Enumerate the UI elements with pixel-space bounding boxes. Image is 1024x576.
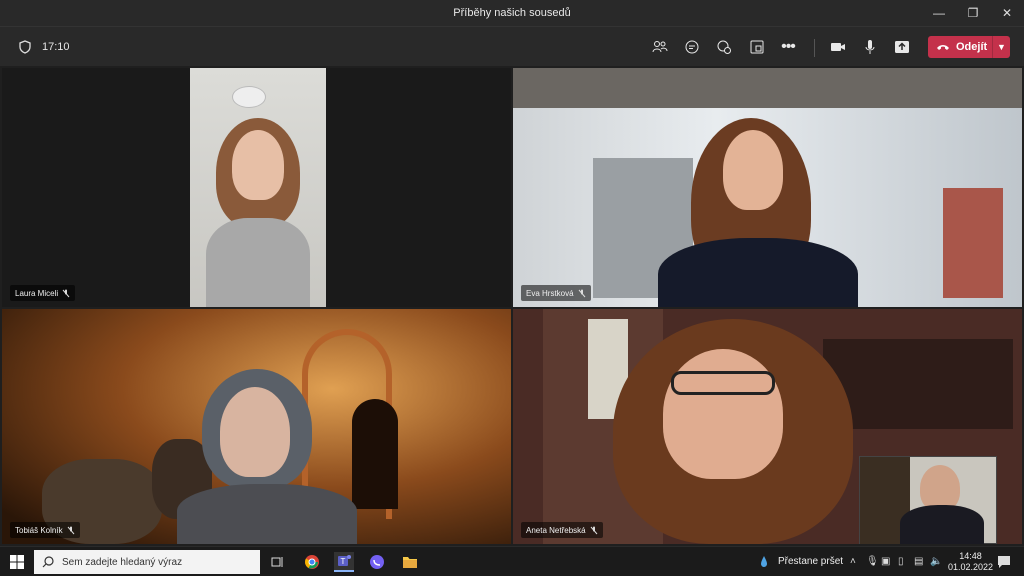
restore-icon[interactable]: ❐ [956,0,990,26]
svg-text:T: T [341,557,346,566]
network-icon[interactable]: ▤ [914,556,923,567]
participant-name-tag: Tobiáš Kolník [10,522,80,538]
chevron-down-icon[interactable]: ▼ [992,36,1010,58]
weather-icon[interactable] [760,555,768,574]
task-view-icon[interactable] [268,552,288,572]
participant-name-tag: Aneta Netřebská [521,522,603,538]
mic-off-icon [578,289,585,297]
chevron-up-icon[interactable]: ˄ [850,556,856,567]
video-feed [190,68,326,307]
shield-icon [19,40,31,54]
reactions-icon[interactable] [714,37,734,57]
file-explorer-icon[interactable] [400,552,420,572]
participant-name-tag: Eva Hrstková [521,285,591,301]
self-view[interactable] [859,456,997,544]
windows-start-icon[interactable] [10,555,24,569]
participant-name: Aneta Netřebská [526,525,586,535]
teams-icon[interactable]: T [334,552,354,572]
video-tile-2[interactable]: Eva Hrstková [513,68,1022,307]
mic-icon[interactable] [860,37,880,57]
window-title: Příběhy našich sousedů [453,7,571,19]
battery-icon[interactable]: ▯ [898,556,904,567]
hangup-icon [937,45,949,50]
more-icon[interactable]: ••• [778,37,798,57]
video-tile-1[interactable]: Laura Miceli [2,68,511,307]
taskbar: Sem zadejte hledaný výraz T Přestane prš… [0,546,1024,576]
meeting-toolbar: 17:10 ••• Odejít ▼ [0,26,1024,66]
camera-tray-icon[interactable]: ▣ [881,556,890,567]
share-icon[interactable] [892,37,912,57]
taskbar-search[interactable]: Sem zadejte hledaný výraz [34,550,260,574]
minimize-icon[interactable]: — [922,0,956,26]
leave-button[interactable]: Odejít ▼ [928,36,1010,58]
rooms-icon[interactable] [747,37,767,57]
people-icon[interactable] [650,37,670,57]
notifications-icon[interactable] [994,552,1014,572]
mic-off-icon [67,526,74,534]
viber-icon[interactable] [367,552,387,572]
search-icon [42,556,54,568]
video-stage: Laura Miceli Eva Hrstková Tobiáš Kolník [0,66,1024,546]
clock-time: 14:48 [959,551,982,561]
video-tile-3[interactable]: Tobiáš Kolník [2,309,511,544]
participant-name: Eva Hrstková [526,288,574,298]
weather-text[interactable]: Přestane pršet [778,556,843,567]
participant-name-tag: Laura Miceli [10,285,76,301]
participant-name: Tobiáš Kolník [15,525,63,535]
volume-icon[interactable]: 🔈 [930,556,942,567]
camera-icon[interactable] [828,37,848,57]
window-titlebar: Příběhy našich sousedů — ❐ ✕ [0,0,1024,26]
close-icon[interactable]: ✕ [990,0,1024,26]
mic-off-icon [590,526,597,534]
toolbar-divider [814,39,815,57]
search-placeholder: Sem zadejte hledaný výraz [62,556,183,568]
taskbar-clock[interactable]: 14:48 01.02.2022 [948,551,993,573]
video-tile-4[interactable]: Aneta Netřebská [513,309,1022,544]
chat-icon[interactable] [682,37,702,57]
clock-date: 01.02.2022 [948,562,994,572]
mic-tray-icon[interactable]: 🎙 [866,556,879,567]
meeting-timer: 17:10 [42,41,70,53]
leave-label: Odejít [956,41,988,53]
mic-off-icon [62,289,70,297]
ceiling [513,68,1022,108]
chrome-icon[interactable] [302,552,322,572]
participant-name: Laura Miceli [15,288,59,298]
